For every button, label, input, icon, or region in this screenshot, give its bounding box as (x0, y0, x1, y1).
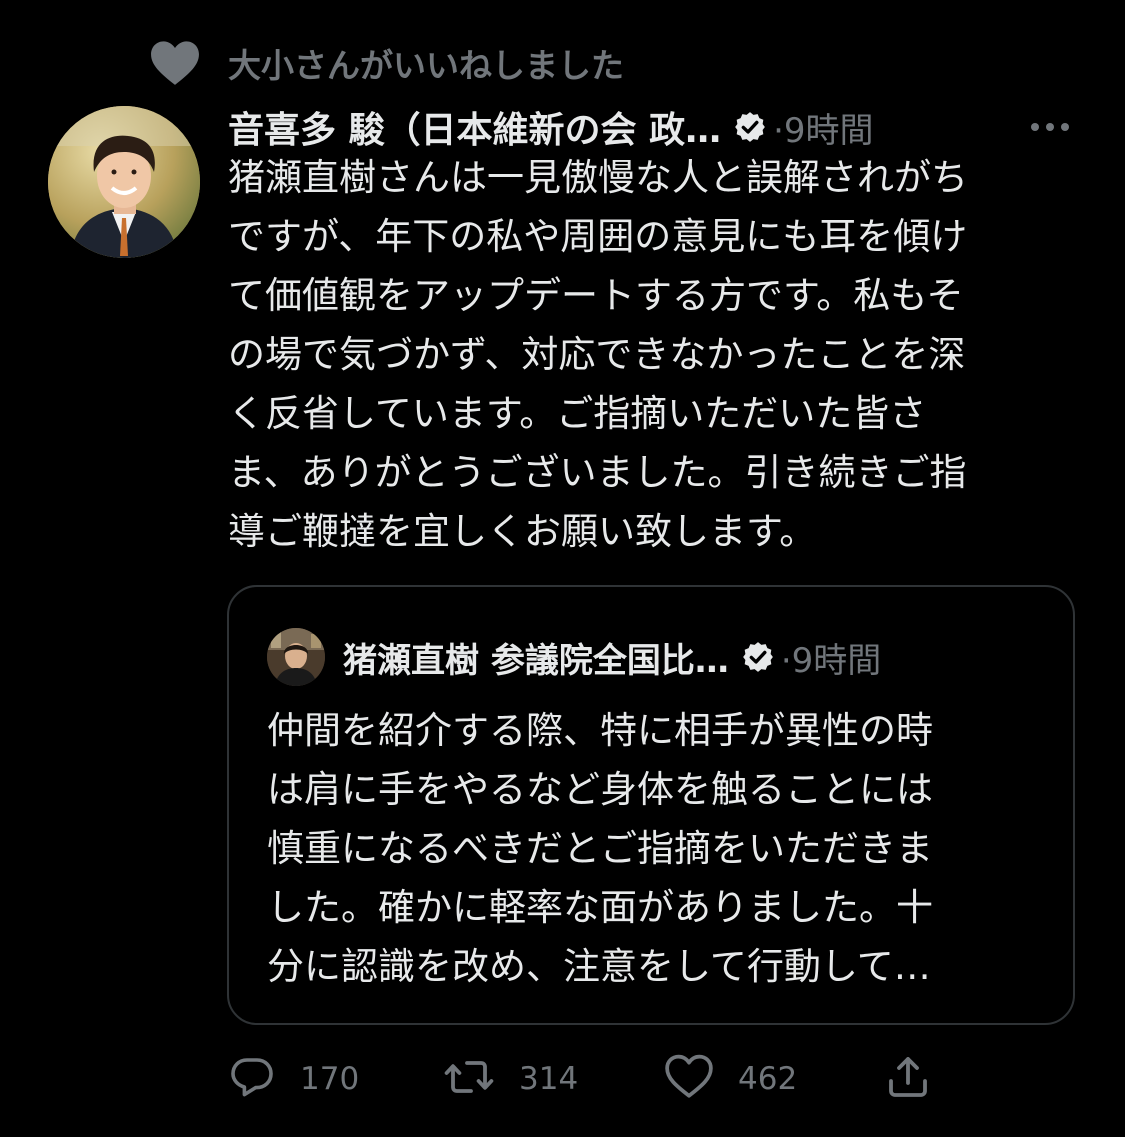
time-separator: · (780, 640, 792, 681)
reply-icon (228, 1053, 276, 1105)
quoted-text-line: した。確かに軽率な面がありました。十 (267, 886, 933, 929)
tweet-text-line: ま、ありがとうございました。引き続きご指 (228, 451, 967, 494)
quoted-tweet-timestamp[interactable]: 9時間 (792, 641, 882, 681)
quoted-tweet-text: 仲間を紹介する際、特に相手が異性の時 は肩に手をやるなど身体を触ることには 慎重… (267, 701, 1047, 996)
retweet-icon (443, 1053, 495, 1105)
quoted-text-line: 慎重になるべきだとご指摘をいただきま (267, 827, 933, 870)
share-button[interactable] (884, 1052, 932, 1106)
tweet-text-line: て価値観をアップデートする方です。私もそ (228, 274, 964, 317)
quoted-tweet-header: 猪瀬直樹 参議院全国比… ·9時間 (267, 625, 881, 689)
tweet-timestamp[interactable]: 9時間 (784, 111, 874, 151)
quoted-text-line: 分に認識を改め、注意をして行動して… (267, 945, 931, 988)
quoted-text-line: 仲間を紹介する際、特に相手が異性の時 (267, 709, 933, 752)
tweet-header: 音喜多 駿（日本維新の会 政… ·9時間 (228, 100, 1083, 154)
tweet-text-line: 猪瀬直樹さんは一見傲慢な人と誤解されがち (228, 156, 968, 199)
like-count: 462 (738, 1061, 798, 1097)
quoted-tweet[interactable]: 猪瀬直樹 参議院全国比… ·9時間 仲間を紹介する際、特に相手が異性の時 は肩に… (227, 585, 1075, 1025)
author-name[interactable]: 音喜多 駿（日本維新の会 政… (228, 101, 721, 153)
like-icon (664, 1053, 714, 1105)
retweet-button[interactable]: 314 (443, 1052, 578, 1106)
time-separator: · (773, 110, 784, 151)
quoted-author-name[interactable]: 猪瀬直樹 参議院全国比… (343, 633, 729, 682)
tweet-text-line: の場で気づかず、対応できなかったことを深 (228, 333, 966, 376)
reply-button[interactable]: 170 (228, 1052, 359, 1106)
social-context-text[interactable]: 大小さんがいいねしました (228, 39, 624, 87)
verified-badge-icon (733, 110, 767, 144)
avatar[interactable] (48, 106, 200, 258)
tweet-text-line: ですが、年下の私や周囲の意見にも耳を傾け (228, 215, 968, 258)
quoted-avatar[interactable] (267, 628, 325, 686)
tweet-text: 猪瀬直樹さんは一見傲慢な人と誤解されがち ですが、年下の私や周囲の意見にも耳を傾… (228, 148, 1088, 561)
heart-icon (150, 38, 206, 88)
like-button[interactable]: 462 (664, 1052, 797, 1106)
social-context: 大小さんがいいねしました (150, 38, 624, 88)
reply-count: 170 (300, 1061, 360, 1097)
tweet-text-line: く反省しています。ご指摘いただいた皆さ (228, 392, 927, 435)
verified-badge-icon (741, 640, 775, 674)
tweet-text-line: 導ご鞭撻を宜しくお願い致します。 (228, 510, 817, 553)
more-icon[interactable] (1027, 110, 1073, 144)
quoted-text-line: は肩に手をやるなど身体を触ることには (267, 768, 933, 811)
retweet-count: 314 (519, 1061, 579, 1097)
action-bar: 170 314 462 (228, 1052, 948, 1106)
share-icon (884, 1053, 932, 1105)
